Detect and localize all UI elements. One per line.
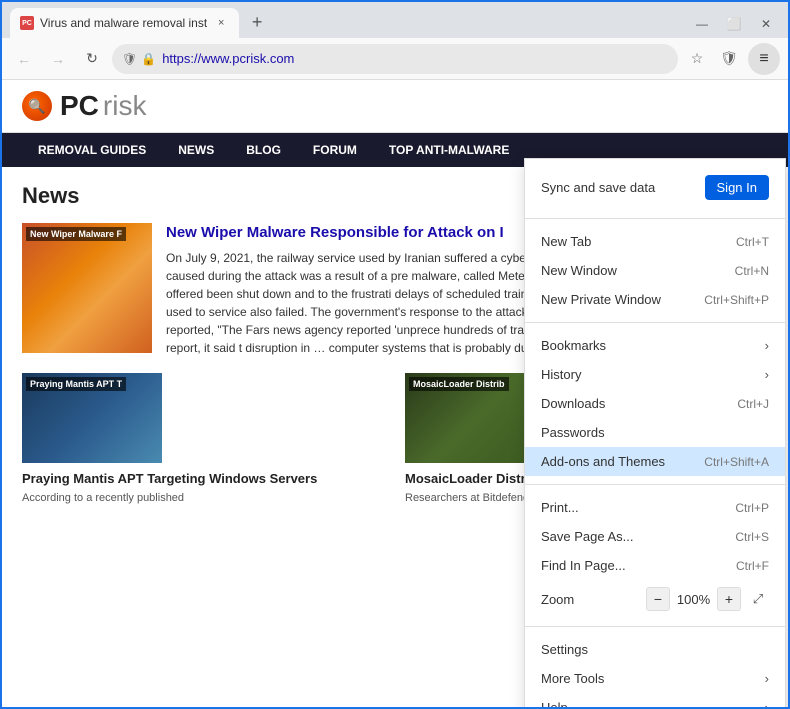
- hamburger-menu-button[interactable]: ≡: [748, 43, 780, 75]
- shield-button[interactable]: 🛡: [716, 46, 742, 72]
- site-logo: 🔍 PC risk: [22, 90, 146, 122]
- browser-frame: PC Virus and malware removal inst × + — …: [0, 0, 790, 709]
- nav-news[interactable]: NEWS: [162, 133, 230, 167]
- site-header: 🔍 PC risk: [2, 80, 788, 133]
- forward-button[interactable]: →: [44, 45, 72, 73]
- lock-icon: 🔒: [141, 52, 156, 66]
- nav-top-anti-malware[interactable]: TOP ANTI-MALWARE: [373, 133, 525, 167]
- menu-item-new-window[interactable]: New Window Ctrl+N: [525, 256, 785, 285]
- menu-item-bookmarks[interactable]: Bookmarks ›: [525, 331, 785, 360]
- maximize-button[interactable]: ⬜: [720, 14, 748, 34]
- refresh-button[interactable]: ↻: [78, 45, 106, 73]
- logo-risk-text: risk: [103, 90, 147, 122]
- menu-item-find-in-page[interactable]: Find In Page... Ctrl+F: [525, 551, 785, 580]
- zoom-plus-button[interactable]: +: [717, 587, 741, 611]
- menu-item-downloads[interactable]: Downloads Ctrl+J: [525, 389, 785, 418]
- menu-item-history[interactable]: History ›: [525, 360, 785, 389]
- sync-row: Sync and save data Sign In: [525, 167, 785, 210]
- bottom-article-0: Praying Mantis APT T Praying Mantis APT …: [22, 373, 385, 507]
- logo-pc-text: PC: [60, 90, 99, 122]
- menu-item-new-tab[interactable]: New Tab Ctrl+T: [525, 227, 785, 256]
- tab-favicon: PC: [20, 16, 34, 30]
- praying-thumb-label: Praying Mantis APT T: [26, 377, 126, 391]
- praying-mantis-thumb: Praying Mantis APT T: [22, 373, 162, 463]
- nav-bar: ← → ↻ 🛡 🔒 https://www.pcrisk.com ☆ 🛡 ≡: [2, 38, 788, 80]
- sync-label: Sync and save data: [541, 180, 655, 195]
- menu-section-bookmarks: Bookmarks › History › Downloads Ctrl+J P…: [525, 323, 785, 485]
- nav-blog[interactable]: BLOG: [230, 133, 297, 167]
- address-text: https://www.pcrisk.com: [162, 51, 668, 66]
- menu-item-more-tools[interactable]: More Tools ›: [525, 664, 785, 693]
- logo-search-icon: 🔍: [28, 98, 45, 115]
- sync-section: Sync and save data Sign In: [525, 159, 785, 219]
- bookmark-star-button[interactable]: ☆: [684, 46, 710, 72]
- nav-removal-guides[interactable]: REMOVAL GUIDES: [22, 133, 162, 167]
- menu-item-settings[interactable]: Settings: [525, 635, 785, 664]
- tab-bar: PC Virus and malware removal inst × + — …: [2, 2, 788, 38]
- active-tab[interactable]: PC Virus and malware removal inst ×: [10, 8, 239, 38]
- bottom-article-0-title[interactable]: Praying Mantis APT Targeting Windows Ser…: [22, 471, 385, 488]
- wiper-thumb-label: New Wiper Malware F: [26, 227, 126, 241]
- menu-item-new-private-window[interactable]: New Private Window Ctrl+Shift+P: [525, 285, 785, 314]
- menu-item-addons[interactable]: Add-ons and Themes Ctrl+Shift+A: [525, 447, 785, 476]
- menu-section-tabs: New Tab Ctrl+T New Window Ctrl+N New Pri…: [525, 219, 785, 323]
- zoom-label: Zoom: [541, 592, 574, 607]
- tab-close-button[interactable]: ×: [213, 15, 229, 31]
- nav-forum[interactable]: FORUM: [297, 133, 373, 167]
- zoom-expand-button[interactable]: ⤢: [747, 588, 769, 610]
- zoom-minus-button[interactable]: −: [646, 587, 670, 611]
- new-tab-button[interactable]: +: [243, 8, 271, 36]
- menu-item-passwords[interactable]: Passwords: [525, 418, 785, 447]
- window-controls: — ⬜ ✕: [688, 14, 780, 34]
- main-article-thumbnail: New Wiper Malware F: [22, 223, 152, 353]
- back-button[interactable]: ←: [10, 45, 38, 73]
- mosaic-thumb-label: MosaicLoader Distrib: [409, 377, 509, 391]
- browser-dropdown-menu: Sync and save data Sign In New Tab Ctrl+…: [524, 158, 786, 707]
- page-content: 🔍 PC risk REMOVAL GUIDES NEWS BLOG FORUM…: [2, 80, 788, 707]
- logo-icon: 🔍: [22, 91, 52, 121]
- zoom-controls: − 100% + ⤢: [646, 587, 769, 611]
- sign-in-button[interactable]: Sign In: [705, 175, 769, 200]
- close-button[interactable]: ✕: [752, 14, 780, 34]
- menu-item-print[interactable]: Print... Ctrl+P: [525, 493, 785, 522]
- minimize-button[interactable]: —: [688, 14, 716, 34]
- zoom-value: 100%: [676, 592, 711, 607]
- security-icons: 🛡 🔒: [122, 52, 156, 66]
- shield-icon: 🛡: [122, 52, 137, 66]
- bottom-article-0-body: According to a recently published: [22, 491, 385, 506]
- menu-section-print: Print... Ctrl+P Save Page As... Ctrl+S F…: [525, 485, 785, 627]
- menu-item-help[interactable]: Help ›: [525, 693, 785, 707]
- tab-title: Virus and malware removal inst: [40, 16, 207, 30]
- menu-section-settings: Settings More Tools › Help ›: [525, 627, 785, 707]
- menu-item-save-page[interactable]: Save Page As... Ctrl+S: [525, 522, 785, 551]
- zoom-row: Zoom − 100% + ⤢: [525, 580, 785, 618]
- address-bar[interactable]: 🛡 🔒 https://www.pcrisk.com: [112, 44, 678, 74]
- wiper-thumb-bg: New Wiper Malware F: [22, 223, 152, 353]
- praying-thumb-bg: Praying Mantis APT T: [22, 373, 162, 463]
